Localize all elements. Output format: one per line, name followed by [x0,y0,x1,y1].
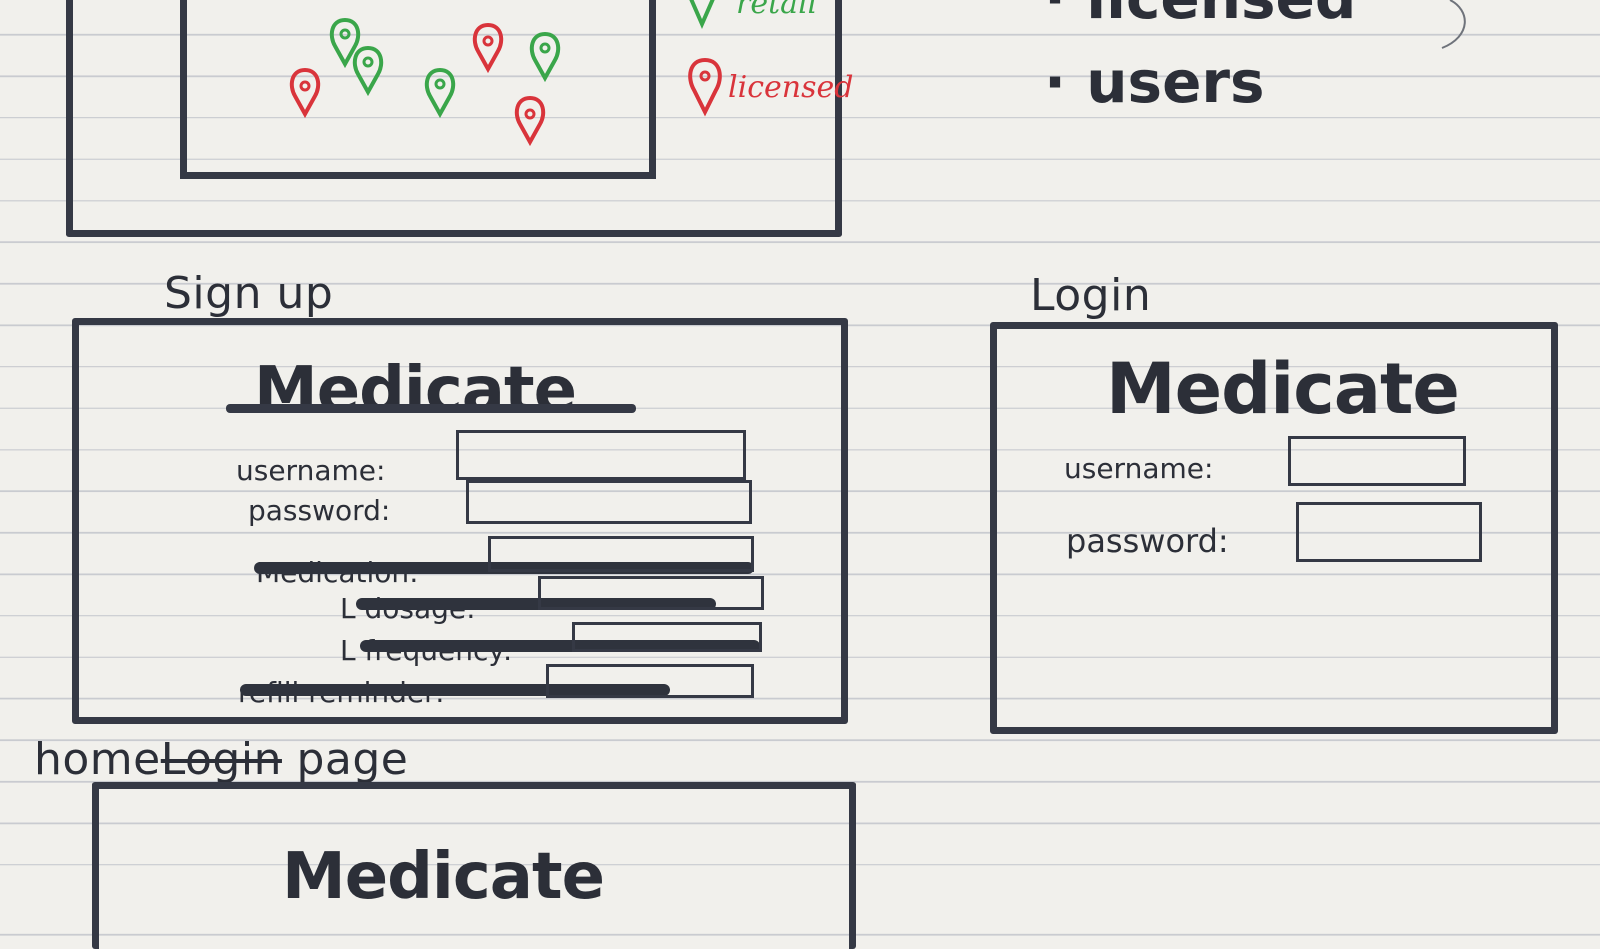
home-caption-suffix: page [296,734,409,785]
note-users-text: users [1086,48,1265,116]
note-bullet-users: · users [1044,48,1265,116]
signup-password-label: password: [248,494,391,527]
signup-brand-title: Medicate [254,354,577,428]
green-pin-icon [352,45,384,97]
red-pin-icon [472,22,504,74]
home-caption: homeLogin page [34,734,408,785]
signup-refill-input-struck [546,664,754,698]
login-password-label: password: [1066,522,1229,560]
signup-password-input[interactable] [466,480,752,524]
legend-retail-pin-icon [689,0,715,29]
login-caption: Login [1030,270,1152,321]
signup-username-input[interactable] [456,430,746,480]
home-brand-title: Medicate [282,840,605,914]
signup-username-label: username: [236,454,386,487]
note-licensed-text: licensed [1086,0,1356,32]
red-pin-icon [289,67,321,119]
login-password-input[interactable] [1296,502,1482,562]
note-bullet-licensed: · licensed [1044,0,1356,32]
legend-retail-label: retail [736,0,818,21]
green-pin-icon [424,67,456,119]
home-caption-prefix: home [34,734,161,785]
login-username-label: username: [1064,452,1214,485]
signup-caption: Sign up [164,268,334,319]
signup-frequency-input-struck [572,622,762,652]
legend-licensed-pin-icon [688,57,722,117]
green-pin-icon [529,31,561,83]
red-pin-icon [514,95,546,147]
signup-brand-underline [226,404,636,413]
home-caption-struck: Login [160,734,282,785]
bullet-dot-icon: · [1044,48,1067,116]
brace-icon [1441,0,1466,49]
legend-licensed-label: licensed [728,70,854,105]
login-username-input[interactable] [1288,436,1466,486]
login-brand-title: Medicate [1106,348,1460,430]
signup-medication-input-struck [488,536,754,572]
bullet-dot-icon: · [1044,0,1066,32]
signup-dosage-input-struck [538,576,764,610]
